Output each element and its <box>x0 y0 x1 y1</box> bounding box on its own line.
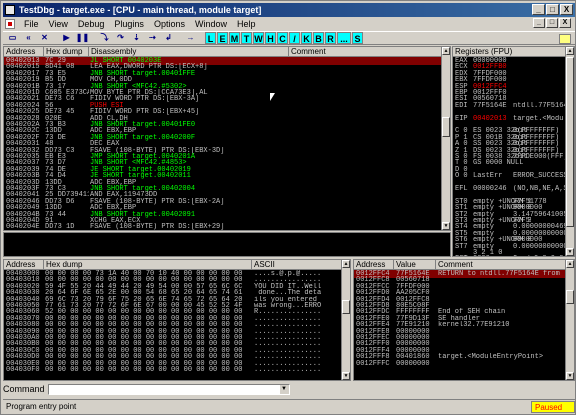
scroll-down-arrow-icon[interactable]: ▼ <box>566 372 574 380</box>
references-button[interactable]: R <box>325 32 336 44</box>
mdi-minimize-button[interactable]: _ <box>533 18 545 28</box>
menu-options[interactable]: Options <box>149 18 190 30</box>
trace-into-icon[interactable]: ⇣ <box>129 32 144 44</box>
mdi-restore-button[interactable]: □ <box>546 18 558 28</box>
mdi-close-button[interactable]: X <box>559 18 571 28</box>
step-over-icon[interactable]: ↷ <box>113 32 128 44</box>
registers-header[interactable]: Registers (FPU) <box>453 47 567 57</box>
memory-button[interactable]: M <box>229 32 240 44</box>
toolbar: ▭ « ✕ ▶ ❚❚ ⤵ ↷ ⇣ ⇢ ↲ → L E M T W H C / K… <box>3 31 575 45</box>
go-to-icon[interactable]: → <box>183 32 198 44</box>
status-badge: Paused <box>531 400 575 413</box>
disasm-header-hex[interactable]: Hex dump <box>44 47 89 57</box>
window-title: TestDbg - target.exe - [CPU - main threa… <box>19 5 262 15</box>
stack-row[interactable]: 0012FFFC 00000000 <box>354 360 574 368</box>
menu-bar: File View Debug Plugins Options Window H… <box>3 18 575 30</box>
disasm-header-address[interactable]: Address <box>4 47 44 57</box>
pause-icon[interactable]: ❚❚ <box>75 32 90 44</box>
open-icon[interactable]: ▭ <box>5 32 20 44</box>
debugger-window: TestDbg - target.exe - [CPU - main threa… <box>0 0 576 415</box>
scroll-up-arrow-icon[interactable]: ▲ <box>566 47 574 55</box>
title-bar[interactable]: TestDbg - target.exe - [CPU - main threa… <box>3 3 575 17</box>
step-into-icon[interactable]: ⤵ <box>97 32 112 44</box>
register-line[interactable]: FST0000Cond 0 0 0 0 Err <box>453 255 574 256</box>
disasm-row-cell: 00402051 <box>6 230 44 231</box>
registers-pane[interactable]: Registers (FPU) EAX 00000000 ECX 0012FFB0 ED… <box>452 46 575 257</box>
scroll-up-arrow-icon[interactable]: ▲ <box>566 260 574 268</box>
command-bar: Command ▼ <box>3 383 575 395</box>
command-input[interactable]: ▼ <box>47 383 290 395</box>
execute-till-return-icon[interactable]: ↲ <box>161 32 176 44</box>
menu-file[interactable]: File <box>19 18 44 30</box>
dump-header-address[interactable]: Address <box>4 260 44 270</box>
dump-header-ascii[interactable]: ASCII <box>252 260 343 270</box>
dump-header-hex[interactable]: Hex dump <box>44 260 252 270</box>
stack-header-comment[interactable]: Comment <box>436 260 567 270</box>
scroll-thumb[interactable] <box>342 300 350 314</box>
register-line-cell: FST <box>455 255 471 256</box>
dump-row[interactable]: 004030F0 00 00 00 00 00 00 00 00 00 00 00… <box>4 366 350 374</box>
threads-button[interactable]: T <box>241 32 252 44</box>
scroll-up-arrow-icon[interactable]: ▲ <box>442 47 450 55</box>
scroll-up-arrow-icon[interactable]: ▲ <box>342 260 350 268</box>
stack-pane[interactable]: Address Value Comment 0012FFC4 77F5164E RE… <box>353 259 575 381</box>
trace-over-icon[interactable]: ⇢ <box>145 32 160 44</box>
disasm-header-comment[interactable]: Comment <box>289 47 443 57</box>
run-icon[interactable]: ▶ <box>59 32 74 44</box>
stack-row-cell: 0012FFFC <box>356 359 390 368</box>
close-icon[interactable]: ✕ <box>37 32 52 44</box>
status-bar: Program entry point Paused <box>3 399 575 413</box>
chevron-down-icon[interactable]: ▼ <box>279 384 289 394</box>
mouse-cursor-icon <box>270 93 275 101</box>
stack-header-address[interactable]: Address <box>354 260 394 270</box>
dump-scrollbar[interactable]: ▲ ▼ <box>341 260 350 380</box>
disasm-scrollbar[interactable]: ▲ ▼ <box>441 47 450 230</box>
stack-scrollbar[interactable]: ▲ ▼ <box>565 260 574 380</box>
call-stack-button[interactable]: K <box>301 32 312 44</box>
help-icon[interactable] <box>559 34 571 44</box>
dump-row-cell: 00 00 00 00 00 00 00 00 00 00 00 00 00 0… <box>45 366 243 374</box>
dump-row-cell: ................ <box>254 366 322 374</box>
registers-scrollbar[interactable]: ▲ ▼ <box>565 47 574 256</box>
disasm-row-cell: JNB SHORT <MFC42.#5302> <box>90 230 288 231</box>
disasm-row[interactable]: 0040205173 C5JNB SHORT <MFC42.#5302> <box>4 230 450 231</box>
scroll-thumb[interactable] <box>566 57 574 227</box>
executables-button[interactable]: E <box>217 32 228 44</box>
menu-plugins[interactable]: Plugins <box>109 18 149 30</box>
stack-row-cell: 00000000 <box>396 359 430 368</box>
cpu-button[interactable]: C <box>277 32 288 44</box>
close-button[interactable]: X <box>560 4 573 15</box>
log-button[interactable]: L <box>205 32 216 44</box>
app-icon <box>5 5 15 15</box>
scroll-thumb[interactable] <box>442 117 450 137</box>
menu-help[interactable]: Help <box>232 18 261 30</box>
command-label: Command <box>3 384 45 394</box>
menu-view[interactable]: View <box>44 18 73 30</box>
scroll-down-arrow-icon[interactable]: ▼ <box>566 248 574 256</box>
run-trace-button[interactable]: ... <box>337 32 351 44</box>
scroll-down-arrow-icon[interactable]: ▼ <box>342 372 350 380</box>
cpu-window-icon[interactable] <box>5 19 15 29</box>
dump-pane[interactable]: Address Hex dump ASCII 00403000 00 00 00 … <box>3 259 351 381</box>
disasm-row-cell: 73 C5 <box>45 230 89 231</box>
handles-button[interactable]: H <box>265 32 276 44</box>
register-line-cell: Cond 0 0 0 0 Err <box>513 255 573 256</box>
source-button[interactable]: S <box>352 32 363 44</box>
scroll-down-arrow-icon[interactable]: ▼ <box>442 222 450 230</box>
dump-row-cell: 004030F0 <box>6 366 40 374</box>
disassembly-pane[interactable]: Address Hex dump Disassembly Comment 004… <box>3 46 451 231</box>
restart-icon[interactable]: « <box>21 32 36 44</box>
stack-header-value[interactable]: Value <box>394 260 436 270</box>
menu-debug[interactable]: Debug <box>73 18 110 30</box>
menu-window[interactable]: Window <box>190 18 232 30</box>
breakpoints-button[interactable]: B <box>313 32 324 44</box>
maximize-button[interactable]: □ <box>546 4 559 15</box>
patches-button[interactable]: / <box>289 32 300 44</box>
info-pane <box>3 232 451 257</box>
windows-button[interactable]: W <box>253 32 264 44</box>
scroll-thumb[interactable] <box>566 290 574 304</box>
status-text: Program entry point <box>6 401 77 411</box>
disasm-header-disassembly[interactable]: Disassembly <box>89 47 289 57</box>
minimize-button[interactable]: _ <box>532 4 545 15</box>
